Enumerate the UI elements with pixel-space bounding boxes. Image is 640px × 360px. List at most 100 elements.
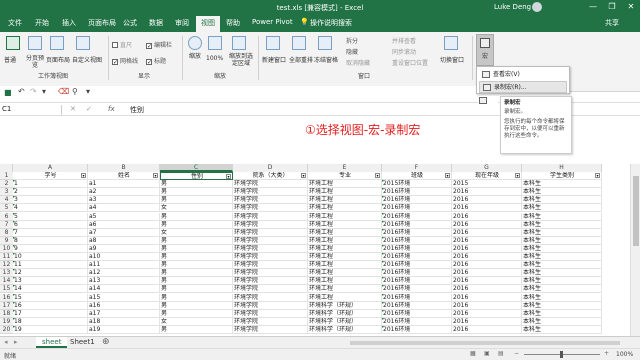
- page-break-status-icon[interactable]: ▤: [498, 350, 504, 357]
- header-cell-f[interactable]: 班级 ▾: [382, 172, 452, 180]
- table-cell[interactable]: 环境工程: [308, 204, 382, 213]
- table-cell[interactable]: 本科生: [522, 277, 602, 286]
- arrange-all-icon[interactable]: [292, 36, 306, 50]
- table-cell[interactable]: 环境工程: [308, 188, 382, 197]
- eraser-icon[interactable]: ⌫: [58, 87, 69, 96]
- menu-record-macro[interactable]: 录制宏(R)...: [479, 81, 567, 93]
- row-header[interactable]: 9: [0, 236, 13, 245]
- table-cell[interactable]: 9: [13, 244, 88, 253]
- table-cell[interactable]: 18: [13, 317, 88, 326]
- tab-review[interactable]: 审阅: [175, 18, 189, 28]
- table-cell[interactable]: 环境学院: [233, 301, 308, 310]
- header-cell-a[interactable]: 学号 ▾: [13, 172, 88, 180]
- table-cell[interactable]: 男: [160, 212, 233, 221]
- filter-dropdown-icon[interactable]: ▾: [153, 173, 158, 178]
- table-cell[interactable]: a18: [88, 317, 160, 326]
- table-cell[interactable]: 2016: [452, 301, 522, 310]
- row-header[interactable]: 8: [0, 228, 13, 237]
- zoom-slider-thumb[interactable]: [560, 351, 563, 358]
- table-cell[interactable]: 15: [13, 293, 88, 302]
- macros-button[interactable]: 宏: [476, 34, 494, 66]
- insert-function-icon[interactable]: fx: [108, 105, 115, 113]
- table-cell[interactable]: 本科生: [522, 317, 602, 326]
- table-cell[interactable]: 本科生: [522, 212, 602, 221]
- table-cell[interactable]: 5: [13, 212, 88, 221]
- table-cell[interactable]: 本科生: [522, 269, 602, 278]
- table-cell[interactable]: 7: [13, 228, 88, 237]
- table-cell[interactable]: 2016: [452, 261, 522, 270]
- table-cell[interactable]: 环境科学（环规）: [308, 309, 382, 318]
- filter-dropdown-icon[interactable]: ▾: [81, 173, 86, 178]
- table-cell[interactable]: 2016环境: [382, 317, 452, 326]
- table-cell[interactable]: 2016环境: [382, 309, 452, 318]
- page-break-preview-icon[interactable]: [28, 36, 42, 50]
- table-cell[interactable]: a1: [88, 180, 160, 189]
- table-cell[interactable]: 2016: [452, 325, 522, 334]
- table-cell[interactable]: 男: [160, 253, 233, 261]
- table-cell[interactable]: 2016环境: [382, 244, 452, 253]
- table-cell[interactable]: 17: [13, 309, 88, 318]
- table-cell[interactable]: 2016环境: [382, 220, 452, 229]
- restore-button[interactable]: ❐: [603, 0, 621, 14]
- table-cell[interactable]: 环境工程: [308, 285, 382, 294]
- table-cell[interactable]: 本科生: [522, 293, 602, 302]
- table-cell[interactable]: 环境工程: [308, 277, 382, 286]
- sheet-tab-sheet[interactable]: sheet: [36, 337, 68, 348]
- table-cell[interactable]: 3: [13, 196, 88, 205]
- zoom-magnifier-icon[interactable]: [188, 36, 202, 50]
- row-header[interactable]: 17: [0, 301, 13, 310]
- undo-icon[interactable]: ↶: [18, 87, 25, 96]
- table-cell[interactable]: a13: [88, 277, 160, 286]
- table-cell[interactable]: 环境工程: [308, 228, 382, 237]
- table-cell[interactable]: 环境工程: [308, 196, 382, 205]
- table-cell[interactable]: 本科生: [522, 244, 602, 253]
- table-cell[interactable]: 男: [160, 180, 233, 189]
- table-cell[interactable]: 环境工程: [308, 180, 382, 189]
- table-cell[interactable]: 女: [160, 317, 233, 326]
- tab-file[interactable]: 文件: [8, 18, 22, 28]
- table-cell[interactable]: 环境学院: [233, 244, 308, 253]
- hide-button[interactable]: 隐藏: [346, 47, 358, 56]
- header-cell-b[interactable]: 姓名 ▾: [88, 172, 160, 180]
- table-cell[interactable]: 本科生: [522, 325, 602, 334]
- table-cell[interactable]: 2016: [452, 309, 522, 318]
- minimize-button[interactable]: —: [584, 0, 602, 14]
- row-header[interactable]: 1: [0, 172, 13, 180]
- row-header[interactable]: 2: [0, 180, 13, 189]
- table-cell[interactable]: 男: [160, 236, 233, 245]
- normal-view-icon[interactable]: [6, 36, 20, 50]
- unhide-button[interactable]: 取消隐藏: [346, 58, 370, 67]
- new-window-icon[interactable]: [266, 36, 280, 50]
- table-cell[interactable]: 2016: [452, 317, 522, 326]
- share-button[interactable]: 共享: [605, 18, 619, 28]
- table-cell[interactable]: a7: [88, 228, 160, 237]
- customize-qat-icon[interactable]: ▾: [86, 87, 90, 96]
- table-cell[interactable]: 2016环境: [382, 253, 452, 261]
- row-header[interactable]: 19: [0, 317, 13, 326]
- tab-help[interactable]: 帮助: [226, 18, 240, 28]
- table-cell[interactable]: 本科生: [522, 180, 602, 189]
- table-cell[interactable]: 本科生: [522, 196, 602, 205]
- vertical-scrollbar[interactable]: [630, 164, 640, 336]
- table-cell[interactable]: 环境学院: [233, 204, 308, 213]
- row-header[interactable]: 3: [0, 188, 13, 197]
- table-cell[interactable]: 环境学院: [233, 236, 308, 245]
- filter-dropdown-icon[interactable]: ▾: [595, 173, 600, 178]
- synchronous-scrolling-button[interactable]: 同步滚动: [392, 47, 416, 56]
- column-header-a[interactable]: A: [13, 164, 88, 172]
- reset-window-position-button[interactable]: 重设窗口位置: [392, 58, 428, 67]
- table-cell[interactable]: 环境学院: [233, 196, 308, 205]
- menu-use-relative-references[interactable]: [478, 96, 498, 106]
- avatar[interactable]: [532, 2, 542, 12]
- table-cell[interactable]: 2016: [452, 236, 522, 245]
- row-header[interactable]: 20: [0, 325, 13, 334]
- row-header[interactable]: 18: [0, 309, 13, 318]
- table-cell[interactable]: 环境学院: [233, 325, 308, 334]
- filter-dropdown-icon[interactable]: ▾: [375, 173, 380, 178]
- menu-view-macros[interactable]: 查看宏(V): [479, 69, 567, 81]
- table-cell[interactable]: a9: [88, 244, 160, 253]
- table-cell[interactable]: 本科生: [522, 236, 602, 245]
- freeze-panes-icon[interactable]: [318, 36, 332, 50]
- table-cell[interactable]: 本科生: [522, 261, 602, 270]
- zoom-in-icon[interactable]: +: [604, 350, 609, 357]
